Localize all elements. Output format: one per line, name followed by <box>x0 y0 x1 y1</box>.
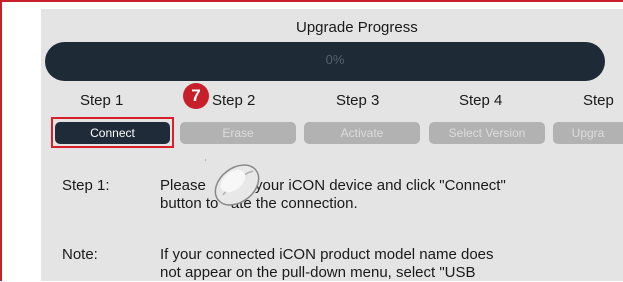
page-title: Upgrade Progress <box>296 19 418 36</box>
upgrade-button[interactable]: Upgra <box>553 122 623 144</box>
step-label-2: Step 2 <box>212 92 256 109</box>
activate-button[interactable]: Activate <box>304 122 420 144</box>
step-label-5: Step <box>583 92 614 109</box>
select-version-button[interactable]: Select Version <box>429 122 545 144</box>
note-label: Note: <box>62 246 98 263</box>
mouse-pointer-icon <box>205 159 260 206</box>
progress-percent-label: 0% <box>325 52 345 67</box>
upgrade-progress-bar: 0% <box>45 42 605 81</box>
connect-button-highlight <box>51 117 174 148</box>
erase-button[interactable]: Erase <box>180 122 296 144</box>
step-label-1: Step 1 <box>80 92 124 109</box>
step-instruction-label: Step 1: <box>62 177 110 194</box>
note-text: If your connected iCON product model nam… <box>160 246 620 282</box>
annotation-step-marker: 7 <box>183 83 209 109</box>
step-label-3: Step 3 <box>336 92 380 109</box>
note-line-1: If your connected iCON product model nam… <box>160 246 494 263</box>
step-label-4: Step 4 <box>459 92 503 109</box>
note-line-2: not appear on the pull-down menu, select… <box>160 264 476 281</box>
